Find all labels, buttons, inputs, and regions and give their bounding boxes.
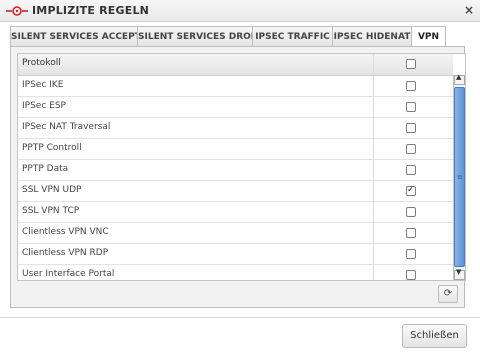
row-label: IPSec IKE [22, 80, 64, 90]
table-row: User Interface Portal [18, 265, 453, 280]
tab-silent-services-drop[interactable]: SILENT SERVICES DROP [137, 26, 257, 47]
row-label: Clientless VPN VNC [22, 227, 109, 237]
table-row: IPSec IKE [18, 76, 453, 97]
ring-arrows-logo [6, 6, 28, 16]
table-row: SSL VPN TCP [18, 202, 453, 223]
rules-grid: Protokoll IPSec IKE IPSec ESP IPSec NAT Tr… [17, 53, 466, 281]
scroll-down-button[interactable]: ▼ [454, 268, 465, 280]
row-label: SSL VPN UDP [22, 185, 82, 195]
chevron-up-icon: ▲ [456, 73, 462, 81]
row-label: SSL VPN TCP [22, 206, 80, 216]
title-bar: IMPLIZITE REGELN × [0, 0, 480, 22]
table-row: Clientless VPN RDP [18, 244, 453, 265]
table-row: IPSec ESP [18, 97, 453, 118]
row-label: Clientless VPN RDP [22, 248, 109, 258]
tab-bar: SILENT SERVICES ACCEPT SILENT SERVICES D… [10, 26, 465, 48]
refresh-icon: ⟳ [443, 288, 453, 299]
table-row: PPTP Data [18, 160, 453, 181]
grid-header: Protokoll [18, 54, 453, 76]
tab-ipsec-traffic[interactable]: IPSEC TRAFFIC [252, 26, 333, 47]
close-button[interactable]: Schließen [402, 324, 467, 348]
footer-divider [0, 317, 480, 318]
row-label: PPTP Data [22, 164, 69, 174]
row-checkbox[interactable] [406, 81, 416, 91]
table-row: IPSec NAT Traversal [18, 118, 453, 139]
row-checkbox[interactable] [406, 123, 416, 133]
row-checkbox[interactable] [406, 144, 416, 154]
row-checkbox[interactable] [406, 270, 416, 280]
select-all-checkbox[interactable] [406, 59, 416, 69]
window-title: IMPLIZITE REGELN [32, 4, 150, 17]
row-checkbox[interactable] [406, 249, 416, 259]
vertical-scrollbar[interactable]: ▲ ≡ ▼ [453, 73, 465, 280]
row-label: PPTP Controll [22, 143, 82, 153]
close-icon[interactable]: × [464, 3, 474, 17]
tab-panel: Protokoll IPSec IKE IPSec ESP IPSec NAT Tr… [10, 46, 466, 308]
row-checkbox[interactable] [406, 165, 416, 175]
tab-silent-services-accept[interactable]: SILENT SERVICES ACCEPT [10, 26, 141, 47]
row-checkbox[interactable]: ✓ [406, 185, 416, 196]
row-label: User Interface Portal [22, 269, 115, 279]
refresh-button[interactable]: ⟳ [438, 285, 458, 303]
table-row: SSL VPN UDP ✓ [18, 181, 453, 202]
row-label: IPSec NAT Traversal [22, 122, 111, 132]
chevron-down-icon: ▼ [456, 268, 462, 276]
grip-icon: ≡ [457, 173, 463, 181]
table-row: PPTP Controll [18, 139, 453, 160]
row-checkbox[interactable] [406, 228, 416, 238]
table-row: Clientless VPN VNC [18, 223, 453, 244]
check-icon: ✓ [407, 185, 415, 195]
tab-ipsec-hidenat[interactable]: IPSEC HIDENAT [332, 26, 412, 47]
row-checkbox[interactable] [406, 102, 416, 112]
row-checkbox[interactable] [406, 207, 416, 217]
scroll-up-button[interactable]: ▲ [454, 73, 465, 85]
column-header-protokoll: Protokoll [22, 58, 61, 68]
tab-vpn[interactable]: VPN [411, 26, 446, 48]
scrollbar-thumb[interactable]: ≡ [454, 87, 465, 267]
row-label: IPSec ESP [22, 101, 66, 111]
